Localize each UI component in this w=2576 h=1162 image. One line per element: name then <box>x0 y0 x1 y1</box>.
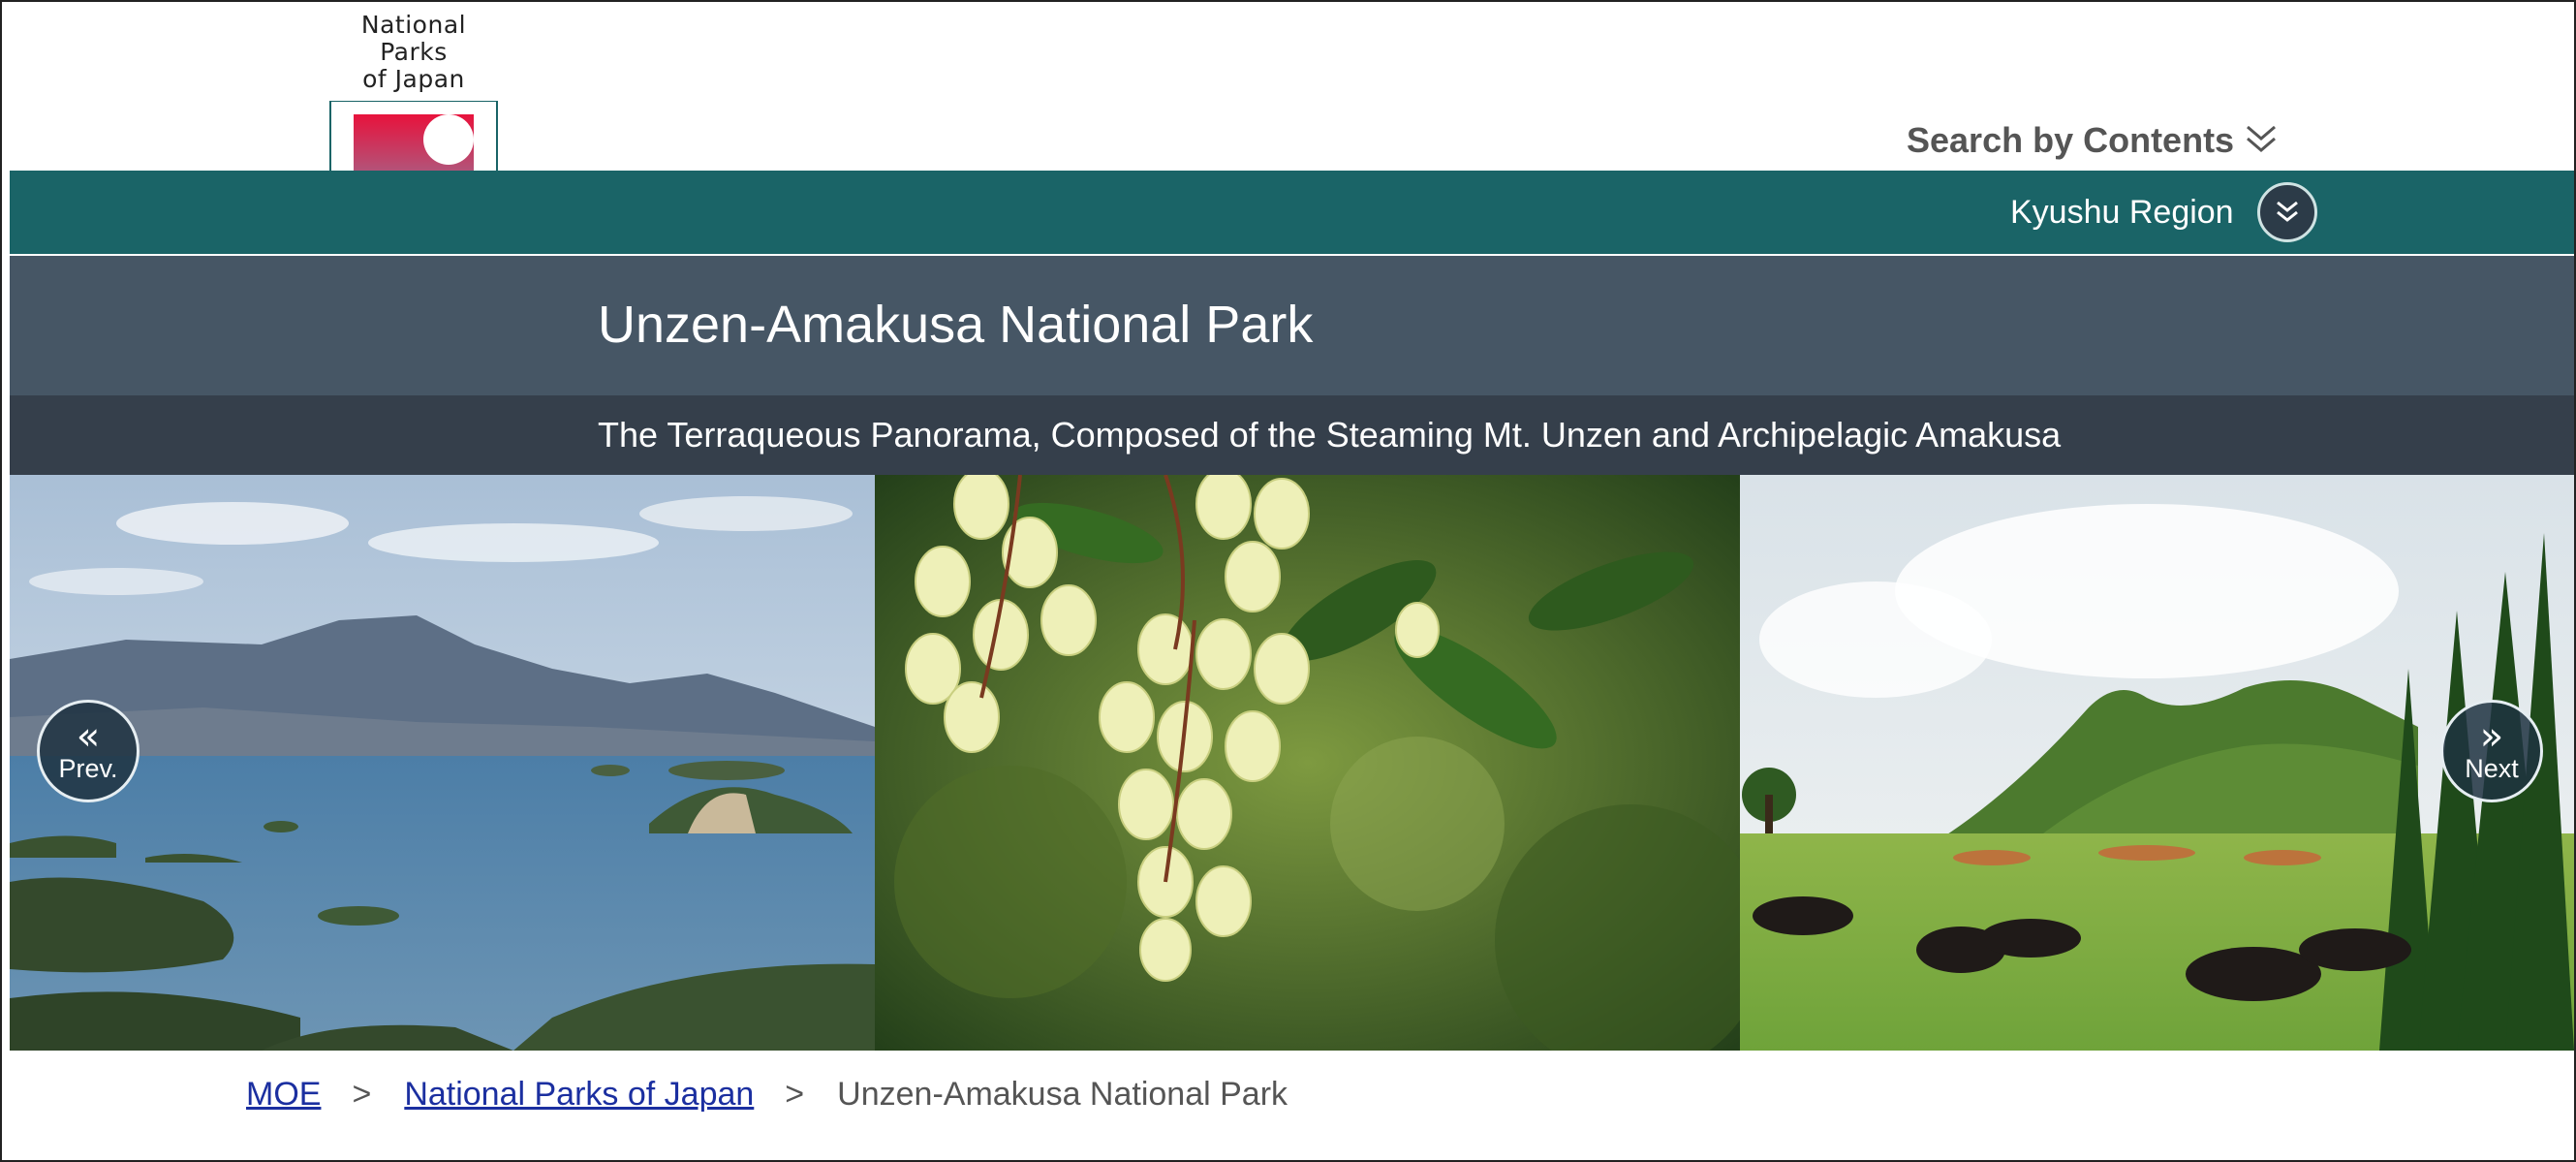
breadcrumb-separator: > <box>785 1076 805 1113</box>
breadcrumb-link-national-parks[interactable]: National Parks of Japan <box>404 1076 754 1114</box>
next-label: Next <box>2465 754 2519 783</box>
double-chevron-left-icon: « <box>76 714 101 759</box>
white-bell-flowers-photo <box>875 475 1740 1051</box>
search-by-contents-button[interactable]: Search by Contents <box>1907 120 2281 161</box>
search-by-contents-label: Search by Contents <box>1907 120 2235 160</box>
region-label: Kyushu Region <box>2010 193 2234 231</box>
coastal-islands-photo <box>10 475 875 1051</box>
page-subtitle: The Terraqueous Panorama, Composed of th… <box>598 415 2062 455</box>
photo-slider: « Prev. » Next <box>10 475 2574 1051</box>
region-selector[interactable]: Kyushu Region <box>2010 171 2317 254</box>
logo-text: National Parks of Japan <box>360 11 467 93</box>
coastal-islands-image <box>10 475 875 1051</box>
double-chevron-down-icon <box>2276 201 2298 222</box>
double-chevron-right-icon: » <box>2479 714 2504 759</box>
page-frame: National Parks of Japan Search by Conten… <box>0 0 2576 1162</box>
next-slide-button[interactable]: » Next <box>2440 700 2543 802</box>
prev-label: Prev. <box>58 754 118 783</box>
prev-slide-button[interactable]: « Prev. <box>37 700 140 802</box>
page-title: Unzen-Amakusa National Park <box>598 296 1314 354</box>
breadcrumb-link-moe[interactable]: MOE <box>246 1076 321 1114</box>
breadcrumb: MOE > National Parks of Japan > Unzen-Am… <box>246 1076 1288 1114</box>
breadcrumb-current: Unzen-Amakusa National Park <box>837 1076 1288 1113</box>
breadcrumb-separator: > <box>352 1076 372 1113</box>
double-chevron-down-icon <box>2247 125 2277 152</box>
region-dropdown-button[interactable] <box>2256 182 2317 242</box>
white-bell-flowers-image <box>875 475 1740 1051</box>
